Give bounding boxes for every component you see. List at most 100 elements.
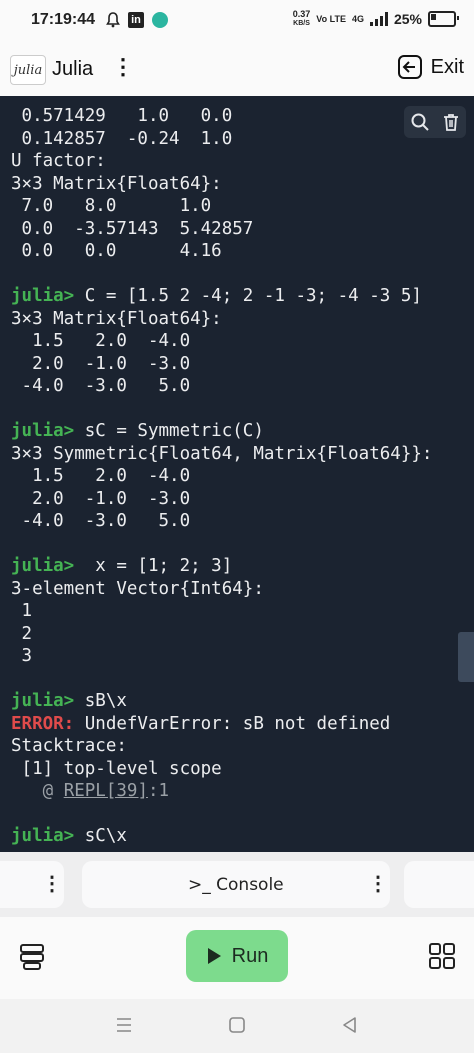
- console-text: 2.0 -1.0 -3.0: [11, 353, 191, 374]
- console-line: julia> sB\x: [11, 690, 432, 713]
- app-title: Julia: [52, 58, 94, 80]
- console-text: 3: [11, 646, 33, 666]
- system-nav-bar: [0, 999, 474, 1053]
- console-line: 3×3 Matrix{Float64}:: [11, 308, 432, 331]
- repl-prompt: julia>: [11, 691, 75, 711]
- console-line: 2.0 -1.0 -3.0: [11, 353, 432, 376]
- status-time: 17:19:44: [31, 11, 96, 28]
- console-line: -4.0 -3.0 5.0: [11, 375, 432, 398]
- console-line: 2: [11, 623, 432, 646]
- exit-label: Exit: [430, 55, 464, 78]
- exit-icon: [397, 55, 422, 79]
- console-text: UndefVarError: sB not defined: [74, 713, 391, 734]
- battery-percent: 25%: [393, 11, 422, 27]
- tab-menu-button[interactable]: ⋮: [42, 871, 62, 896]
- exit-button[interactable]: Exit: [397, 54, 464, 80]
- console-text: 1.5 2.0 -4.0: [11, 466, 191, 486]
- console-line: julia> x = [1; 2; 3]: [11, 555, 432, 578]
- network-type: 4G: [351, 14, 364, 24]
- console-line: 7.0 8.0 1.0: [11, 195, 432, 218]
- stack-icon[interactable]: [19, 943, 45, 971]
- tab-strip: ⋮ >_ Console ⋮: [0, 852, 474, 917]
- network-speed: 0.37 KB/S: [293, 10, 311, 28]
- nav-back-icon[interactable]: [340, 1015, 360, 1035]
- linkedin-icon: in: [128, 12, 144, 28]
- app-bar: julia Julia ⋮ Exit: [0, 42, 474, 96]
- console-text: sC = Symmetric(C): [74, 421, 264, 441]
- console-line: 0.571429 1.0 0.0: [11, 105, 432, 128]
- console-line: 1.5 2.0 -4.0: [11, 330, 432, 353]
- console-line: 3: [11, 645, 432, 668]
- console-line: 1: [11, 600, 432, 623]
- volte-label: Vo LTE: [316, 14, 346, 24]
- repl-prompt: julia>: [11, 826, 75, 846]
- trash-icon[interactable]: [441, 112, 461, 132]
- error-label: ERROR:: [11, 713, 75, 734]
- console-text: U factor:: [11, 151, 106, 171]
- run-label: Run: [231, 944, 269, 967]
- console-line: U factor:: [11, 150, 432, 173]
- console-text: 0.0 -3.57143 5.42857: [11, 218, 254, 239]
- console-text: 1: [11, 601, 33, 621]
- console-text: -4.0 -3.0 5.0: [11, 511, 191, 531]
- console-line: [1] top-level scope: [11, 758, 432, 781]
- console-text: 1.5 2.0 -4.0: [11, 331, 191, 351]
- console-text: :1: [147, 781, 170, 801]
- status-bar: 17:19:44 in 0.37 KB/S Vo LTE 4G 25%: [0, 0, 474, 42]
- console-line: 0.0 -3.57143 5.42857: [11, 218, 432, 241]
- scrollbar-thumb[interactable]: [458, 632, 474, 682]
- console-line: 1.5 2.0 -4.0: [11, 465, 432, 488]
- console-text: C = [1.5 2 -4; 2 -1 -3; -4 -3 5]: [74, 286, 422, 306]
- repl-link[interactable]: REPL[39]: [64, 781, 148, 801]
- overflow-menu-button[interactable]: ⋮: [112, 56, 134, 78]
- console-line: @ REPL[39]:1: [11, 780, 432, 803]
- search-icon[interactable]: [410, 112, 430, 132]
- console-line: julia> C = [1.5 2 -4; 2 -1 -3; -4 -3 5]: [11, 285, 432, 308]
- console-line: Stacktrace:: [11, 735, 432, 758]
- console-text: sB\x: [74, 691, 127, 711]
- console-text: -4.0 -3.0 5.0: [11, 376, 191, 396]
- console-text: x = [1; 2; 3]: [74, 556, 233, 576]
- nav-menu-icon[interactable]: [114, 1015, 134, 1035]
- console-text: 2.0 -1.0 -3.0: [11, 488, 191, 509]
- tab-previous[interactable]: ⋮: [0, 861, 64, 908]
- repl-prompt: julia>: [11, 556, 75, 576]
- console-line: 0.142857 -0.24 1.0: [11, 128, 432, 151]
- console-tab-menu-button[interactable]: ⋮: [368, 871, 388, 896]
- battery-icon: [428, 11, 459, 27]
- signal-icon: [369, 12, 388, 26]
- repl-prompt: julia>: [11, 286, 75, 306]
- console-line: julia> sC\x: [11, 825, 432, 848]
- tab-next[interactable]: [404, 861, 474, 908]
- console-line: 2.0 -1.0 -3.0: [11, 488, 432, 511]
- console-line: ERROR: UndefVarError: sB not defined: [11, 713, 432, 736]
- grid-icon[interactable]: [428, 942, 456, 970]
- console-line: 0.0 0.0 4.16: [11, 240, 432, 263]
- console-text: 3×3 Matrix{Float64}:: [11, 308, 222, 329]
- notification-icons: in: [106, 12, 168, 28]
- console-text: 3×3 Matrix{Float64}:: [11, 173, 222, 194]
- speed-unit: KB/S: [293, 20, 310, 27]
- console-text: [1] top-level scope: [11, 758, 222, 779]
- console-line: -4.0 -3.0 5.0: [11, 510, 432, 533]
- console-line: 3×3 Matrix{Float64}:: [11, 173, 432, 196]
- tab-console[interactable]: >_ Console ⋮: [82, 861, 390, 908]
- console-tools: [404, 106, 466, 138]
- console-text: 0.571429 1.0 0.0: [11, 106, 233, 126]
- speed-value: 0.37: [292, 9, 311, 19]
- repl-console[interactable]: 0.571429 1.0 0.0 0.142857 -0.24 1.0 U fac…: [0, 96, 474, 852]
- console-line: 3-element Vector{Int64}:: [11, 578, 432, 601]
- console-text: 7.0 8.0 1.0: [11, 196, 212, 216]
- console-text: 3-element Vector{Int64}:: [11, 578, 264, 599]
- console-output: 0.571429 1.0 0.0 0.142857 -0.24 1.0 U fac…: [11, 105, 432, 848]
- console-line: julia> sC = Symmetric(C): [11, 420, 432, 443]
- console-text: @: [11, 781, 64, 801]
- nav-home-icon[interactable]: [227, 1015, 247, 1035]
- console-text: Stacktrace:: [11, 736, 127, 756]
- run-button[interactable]: Run: [186, 930, 288, 982]
- console-text: 2: [11, 623, 33, 644]
